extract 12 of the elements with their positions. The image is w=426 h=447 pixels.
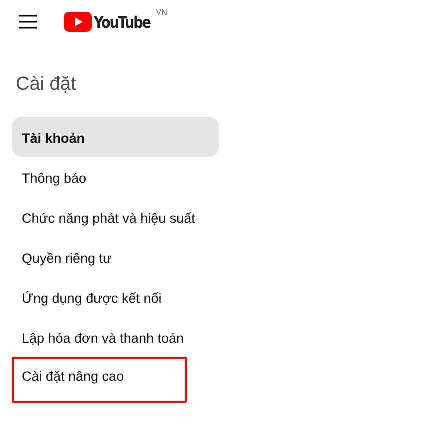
sidebar-item[interactable]: Quyền riêng tư (12, 237, 219, 277)
logo-text[interactable]: YouTube (94, 12, 150, 32)
menu-icon[interactable] (18, 15, 38, 29)
sidebar-item[interactable]: Cài đặt nâng cao (12, 357, 187, 403)
sidebar-item[interactable]: Ứng dụng được kết nối (12, 277, 219, 317)
settings-title: Cài đặt (15, 73, 78, 97)
sidebar-item[interactable]: Tài khoản (12, 117, 219, 157)
sidebar-item[interactable]: Chức năng phát và hiệu suất (12, 197, 219, 237)
sidebar-item[interactable]: Lập hóa đơn và thanh toán (12, 317, 219, 357)
play-logo-icon (64, 12, 92, 32)
sidebar-item[interactable]: Thông báo (12, 157, 219, 197)
region-code: VN (156, 8, 168, 17)
